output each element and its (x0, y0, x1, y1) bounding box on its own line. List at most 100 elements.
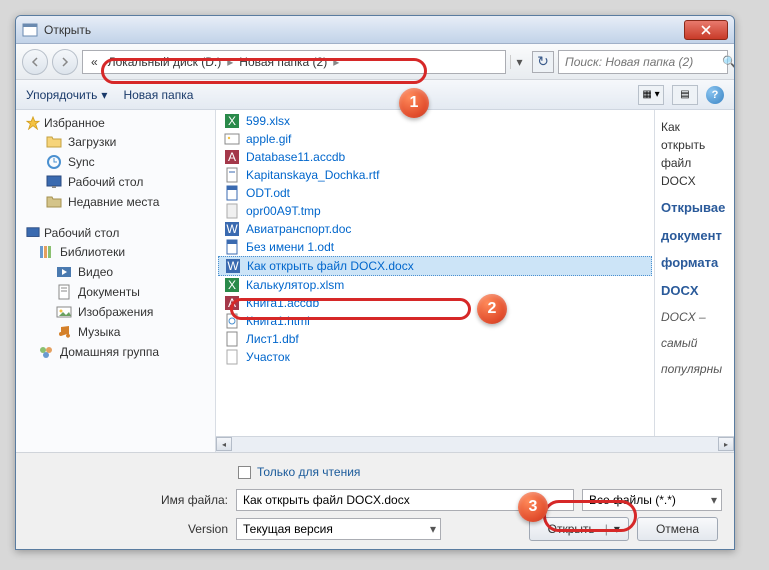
sidebar: Избранное Загрузки Sync Рабочий стол Нед… (16, 110, 216, 452)
file-name-label: Участок (246, 350, 290, 364)
filetype-select[interactable]: Все файлы (*.*) (582, 489, 722, 511)
sidebar-item-desktop[interactable]: Рабочий стол (18, 172, 213, 192)
file-name-label: Лист1.dbf (246, 332, 299, 346)
svg-text:X: X (228, 114, 236, 128)
cancel-button[interactable]: Отмена (637, 517, 718, 541)
open-dialog-window: Открыть « Локальный диск (D:) ▸ Новая па… (15, 15, 735, 550)
file-name-label: Калькулятор.xlsm (246, 278, 344, 292)
recent-icon (46, 194, 62, 210)
open-button[interactable]: Открыть|▾ (529, 517, 629, 541)
sidebar-item-documents[interactable]: Документы (18, 282, 213, 302)
file-row[interactable]: Без имени 1.odt (218, 238, 652, 256)
organize-menu[interactable]: Упорядочить ▾ (26, 88, 107, 102)
close-button[interactable] (684, 20, 728, 40)
gif-file-icon (224, 131, 240, 147)
file-row[interactable]: ADatabase11.accdb (218, 148, 652, 166)
sidebar-desktop-header[interactable]: Рабочий стол (18, 224, 213, 242)
xlsx-file-icon: X (224, 277, 240, 293)
back-button[interactable] (22, 49, 48, 75)
file-name-label: Авиатранспорт.doc (246, 222, 351, 236)
file-list[interactable]: X 599.xlsx apple.gif ADatabase11.accdb Kapit… (216, 110, 654, 436)
sidebar-item-sync[interactable]: Sync (18, 152, 213, 172)
breadcrumb-dropdown[interactable]: ▾ (510, 55, 528, 69)
dialog-footer: Только для чтения Имя файла: Все файлы (… (16, 452, 734, 549)
navbar: « Локальный диск (D:) ▸ Новая папка (2) … (16, 44, 734, 80)
desktop-icon (26, 226, 40, 240)
help-button[interactable]: ? (706, 86, 724, 104)
file-row[interactable]: Лист1.dbf (218, 330, 652, 348)
titlebar: Открыть (16, 16, 734, 44)
sidebar-item-images[interactable]: Изображения (18, 302, 213, 322)
sidebar-favorites-header[interactable]: Избранное (18, 114, 213, 132)
forward-icon (60, 57, 70, 67)
video-icon (56, 264, 72, 280)
filename-input[interactable] (236, 489, 574, 511)
breadcrumb-prefix[interactable]: « (87, 53, 102, 71)
search-box[interactable]: 🔍 (558, 50, 728, 74)
sidebar-item-video[interactable]: Видео (18, 262, 213, 282)
generic-file-icon (224, 349, 240, 365)
star-icon (26, 116, 40, 130)
chevron-down-icon: ▾ (614, 522, 620, 536)
preview-toggle-button[interactable]: ▤ (672, 85, 698, 105)
search-icon[interactable]: 🔍 (722, 55, 735, 69)
music-icon (56, 324, 72, 340)
version-label: Version (28, 522, 228, 536)
file-row[interactable]: WКак открыть файл DOCX.docx (218, 256, 652, 276)
folder-icon (46, 134, 62, 150)
svg-text:X: X (228, 278, 236, 292)
file-name-label: ODT.odt (246, 186, 290, 200)
xlsx-file-icon: X (224, 113, 240, 129)
file-name-label: opr00A9T.tmp (246, 204, 321, 218)
accdb-file-icon: A (224, 149, 240, 165)
refresh-button[interactable]: ↻ (532, 51, 554, 73)
odt-file-icon (224, 185, 240, 201)
file-name-label: Книга1.accdb (246, 296, 319, 310)
file-row[interactable]: X 599.xlsx (218, 112, 652, 130)
file-row[interactable]: AКнига1.accdb (218, 294, 652, 312)
svg-text:A: A (228, 150, 236, 164)
sidebar-item-music[interactable]: Музыка (18, 322, 213, 342)
sidebar-item-downloads[interactable]: Загрузки (18, 132, 213, 152)
version-select[interactable]: Текущая версия (236, 518, 441, 540)
view-mode-button[interactable]: ▦ ▾ (638, 85, 664, 105)
dialog-body: Избранное Загрузки Sync Рабочий стол Нед… (16, 110, 734, 452)
chevron-right-icon: ▸ (333, 55, 339, 69)
sidebar-item-homegroup[interactable]: Домашняя группа (18, 342, 213, 362)
search-input[interactable] (565, 55, 722, 69)
close-icon (701, 25, 711, 35)
scroll-right-button[interactable]: ▸ (718, 437, 734, 451)
breadcrumb-item-folder[interactable]: Новая папка (2) (235, 53, 331, 71)
filename-label: Имя файла: (28, 493, 228, 507)
readonly-checkbox[interactable] (238, 466, 251, 479)
libraries-icon (38, 244, 54, 260)
file-row[interactable]: X Калькулятор.xlsm (218, 276, 652, 294)
file-row[interactable]: WАвиатранспорт.doc (218, 220, 652, 238)
horizontal-scrollbar[interactable]: ◂ ▸ (216, 436, 734, 452)
file-name-label: 599.xlsx (246, 114, 290, 128)
file-row[interactable]: ODT.odt (218, 184, 652, 202)
breadcrumb-item-disk[interactable]: Локальный диск (D:) (104, 53, 226, 71)
file-row[interactable]: Kapitanskaya_Dochka.rtf (218, 166, 652, 184)
preview-pane: Как открыть файл DOCX Открывае документ … (654, 110, 734, 436)
chevron-right-icon: ▸ (227, 55, 233, 69)
sidebar-libraries-header[interactable]: Библиотеки (18, 242, 213, 262)
rtf-file-icon (224, 167, 240, 183)
tmp-file-icon (224, 203, 240, 219)
back-icon (30, 57, 40, 67)
breadcrumb[interactable]: « Локальный диск (D:) ▸ Новая папка (2) … (82, 50, 506, 74)
file-name-label: apple.gif (246, 132, 291, 146)
sidebar-item-recent[interactable]: Недавние места (18, 192, 213, 212)
file-row[interactable]: apple.gif (218, 130, 652, 148)
readonly-label: Только для чтения (257, 465, 360, 479)
forward-button[interactable] (52, 49, 78, 75)
file-name-label: Kapitanskaya_Dochka.rtf (246, 168, 379, 182)
new-folder-button[interactable]: Новая папка (123, 88, 193, 102)
scroll-left-button[interactable]: ◂ (216, 437, 232, 451)
toolbar: Упорядочить ▾ Новая папка ▦ ▾ ▤ ? (16, 80, 734, 110)
file-row[interactable]: Книга1.html (218, 312, 652, 330)
file-name-label: Книга1.html (246, 314, 310, 328)
file-row[interactable]: Участок (218, 348, 652, 366)
documents-icon (56, 284, 72, 300)
file-row[interactable]: opr00A9T.tmp (218, 202, 652, 220)
